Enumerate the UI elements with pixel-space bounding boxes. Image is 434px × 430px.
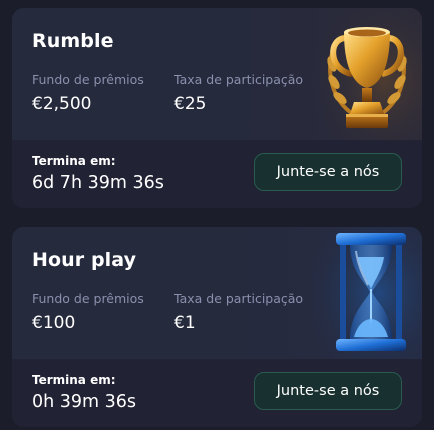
tournament-card-rumble: Rumble Fundo de prêmios €2,500 Taxa de p…: [12, 8, 422, 208]
card-title: Rumble: [32, 30, 114, 52]
entry-fee-value: €25: [174, 94, 207, 114]
prize-fund-label: Fundo de prêmios: [32, 291, 144, 306]
prize-fund-value: €2,500: [32, 94, 92, 114]
card-title: Hour play: [32, 249, 137, 271]
entry-fee-value: €1: [174, 313, 196, 333]
countdown-timer: 0h 39m 36s: [32, 392, 137, 412]
trophy-icon: [312, 8, 422, 140]
ends-in-label: Termina em:: [32, 154, 116, 168]
join-button[interactable]: Junte-se a nós: [254, 372, 402, 410]
hourglass-icon: [312, 227, 422, 359]
entry-fee-label: Taxa de participação: [174, 291, 304, 306]
countdown-timer: 6d 7h 39m 36s: [32, 173, 164, 193]
prize-fund-label: Fundo de prêmios: [32, 72, 144, 87]
join-button[interactable]: Junte-se a nós: [254, 153, 402, 191]
prize-fund-value: €100: [32, 313, 76, 333]
tournament-card-hour-play: Hour play Fundo de prêmios €100 Taxa de …: [12, 227, 422, 427]
ends-in-label: Termina em:: [32, 373, 116, 387]
entry-fee-label: Taxa de participação: [174, 72, 304, 87]
